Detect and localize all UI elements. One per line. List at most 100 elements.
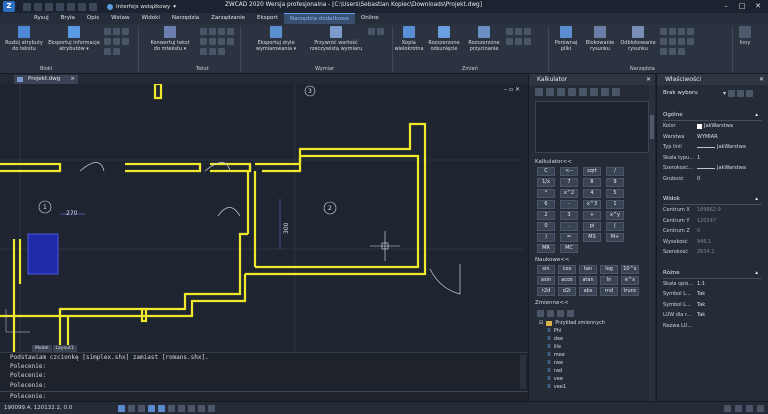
tool-icon[interactable] (524, 38, 531, 45)
tab-wstaw[interactable]: Wstaw (105, 13, 135, 24)
minimize-button[interactable]: – (718, 0, 734, 13)
scientific-key[interactable]: sin (537, 265, 555, 274)
unlock-drawing-button[interactable]: Odblokowanie rysunku (618, 26, 658, 52)
close-tab-icon[interactable]: × (70, 75, 75, 84)
property-row[interactable]: LUW dla r... Tak (663, 310, 762, 321)
explode-attributes-button[interactable]: Rozbij atrybuty do tekstu (2, 26, 46, 52)
otrack-toggle-icon[interactable] (168, 404, 175, 412)
property-row[interactable]: Symbol L... Tak (663, 300, 762, 311)
scientific-key[interactable]: rnd (600, 287, 618, 296)
history-icon[interactable] (546, 88, 554, 96)
expand-icon[interactable]: ⊟ (539, 319, 543, 327)
property-value[interactable]: JakWarstwa (697, 165, 762, 171)
property-value[interactable]: JakWarstwa (697, 144, 762, 150)
tab-eksport[interactable]: Eksport (251, 13, 284, 24)
tool-icon[interactable] (678, 48, 685, 55)
scientific-key[interactable]: d2r (558, 287, 576, 296)
variable-item[interactable]: Xdee (539, 335, 655, 343)
restore-dim-value-button[interactable]: Przywróć wartość rzeczywistą wymiaru (306, 26, 366, 52)
dynamic-input-toggle-icon[interactable] (208, 404, 215, 412)
calc-key[interactable]: ) (537, 233, 555, 242)
general-header[interactable]: Ogólne ▴ (663, 112, 762, 121)
calc-key[interactable]: 5 (606, 189, 624, 198)
toggle-pickadd-icon[interactable] (728, 90, 736, 97)
export-dim-styles-button[interactable]: Eksportuj style wymiarowania ▾ (248, 26, 304, 52)
tool-icon[interactable] (209, 38, 216, 45)
annotation-scale-icon[interactable] (724, 405, 731, 412)
viewport-controls[interactable]: – ▫ ✕ (504, 86, 520, 93)
tab-widoki[interactable]: Widoki (135, 13, 165, 24)
calc-key[interactable]: pi (583, 222, 601, 231)
tool-icon[interactable] (227, 28, 234, 35)
help-icon[interactable] (612, 88, 620, 96)
tool-icon[interactable] (678, 38, 685, 45)
undo-icon[interactable] (78, 2, 86, 11)
scientific-key[interactable]: cos (558, 265, 576, 274)
maximize-button[interactable]: □ (734, 0, 750, 13)
pick-point-icon[interactable] (557, 88, 565, 96)
scientific-key[interactable]: trunc (621, 287, 639, 296)
variable-item[interactable]: Xmee (539, 351, 655, 359)
document-tab[interactable]: Projekt.dwg × (14, 75, 78, 84)
tool-icon[interactable] (506, 38, 513, 45)
tool-icon[interactable] (669, 38, 676, 45)
fullscreen-icon[interactable] (757, 405, 764, 412)
calc-key[interactable]: sqrt (583, 167, 601, 176)
save-as-icon[interactable] (56, 2, 64, 11)
open-icon[interactable] (34, 2, 42, 11)
command-input[interactable]: Polecenie: (0, 391, 528, 401)
property-row[interactable]: Grubość 0 (663, 174, 762, 185)
selection-dropdown[interactable]: Brak wyboru (663, 89, 721, 98)
property-value[interactable]: WYMIAR (697, 134, 762, 140)
compare-files-button[interactable]: Porównaj pliki (550, 26, 582, 52)
property-value[interactable]: 0 (697, 228, 762, 234)
lock-ui-icon[interactable] (746, 405, 753, 412)
collapse-icon[interactable]: ▴ (755, 196, 758, 202)
tool-icon[interactable] (687, 28, 694, 35)
property-row[interactable]: Centrum X 189662.9 (663, 205, 762, 216)
tool-icon[interactable] (515, 28, 522, 35)
property-value[interactable]: 120247 (697, 218, 762, 224)
collapse-icon[interactable]: ▴ (755, 270, 758, 276)
workspace-icon[interactable] (735, 405, 742, 412)
tab-model[interactable]: Model (32, 345, 52, 352)
calc-key[interactable]: x^2 (560, 189, 578, 198)
tab-online[interactable]: Online (355, 13, 385, 24)
calc-key[interactable]: MC (560, 244, 578, 253)
tool-icon[interactable] (218, 38, 225, 45)
tool-icon[interactable] (104, 48, 111, 55)
tool-icon[interactable] (660, 48, 667, 55)
command-scrollbar[interactable] (520, 355, 526, 389)
scientific-key[interactable]: abs (579, 287, 597, 296)
view-header[interactable]: Widok ▴ (663, 196, 762, 205)
calc-key[interactable]: C (537, 167, 555, 176)
scientific-key[interactable]: asin (537, 276, 555, 285)
calc-key[interactable]: - (560, 200, 578, 209)
variable-item[interactable]: Xvee (539, 375, 655, 383)
calc-key[interactable]: 3 (560, 211, 578, 220)
convert-text-button[interactable]: Konwertuj tekst do mtekstu ▾ (144, 26, 196, 52)
close-button[interactable]: ✕ (750, 0, 766, 13)
multiple-copy-button[interactable]: Kopia wielokrotna (394, 26, 424, 52)
tool-icon[interactable] (218, 28, 225, 35)
tool-icon[interactable] (678, 28, 685, 35)
close-icon[interactable]: ✕ (646, 74, 651, 85)
scientific-key[interactable]: atan (579, 276, 597, 285)
scientific-key[interactable]: log (600, 265, 618, 274)
scientific-key[interactable]: r2d (537, 287, 555, 296)
tool-icon[interactable] (524, 28, 531, 35)
snap-toggle-icon[interactable] (118, 404, 125, 412)
tool-icon[interactable] (104, 28, 111, 35)
print-icon[interactable] (67, 2, 75, 11)
property-value[interactable]: 189662.9 (697, 207, 762, 213)
tab-layout1[interactable]: Layout1 (52, 345, 77, 352)
export-attributes-button[interactable]: Eksportuj informacje atrybutów ▾ (46, 26, 102, 52)
redo-icon[interactable] (89, 2, 97, 11)
calc-key[interactable]: 1 (606, 200, 624, 209)
osnap-toggle-icon[interactable] (158, 404, 165, 412)
property-value[interactable]: Tak (697, 312, 762, 318)
extended-trim-button[interactable]: Rozszerzone przycinanie (464, 26, 504, 52)
tool-icon[interactable] (669, 28, 676, 35)
property-value[interactable]: 1 (697, 155, 762, 161)
tool-icon[interactable] (122, 28, 129, 35)
